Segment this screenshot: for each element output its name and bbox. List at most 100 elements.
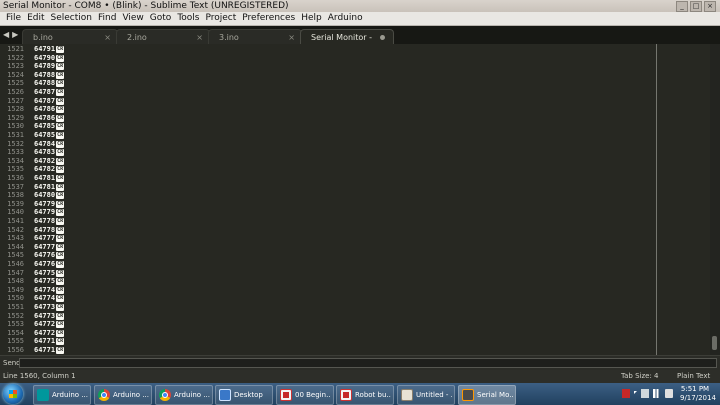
carriage-return-marker: CR <box>56 269 65 277</box>
tab-size-selector[interactable]: Tab Size: 4 <box>621 370 658 383</box>
carriage-return-marker: CR <box>56 261 65 268</box>
menu-edit[interactable]: Edit <box>24 12 47 25</box>
menu-find[interactable]: Find <box>95 12 119 25</box>
paint-icon <box>401 389 413 401</box>
serial-value: 64786 <box>34 105 56 114</box>
line-number-gutter: 1521 1522 1523 1524 1525 1526 1527 1528 1529 1530… <box>0 44 28 355</box>
serial-value: 64782 <box>34 165 56 174</box>
tab-2-ino[interactable]: 2.ino × <box>116 29 210 45</box>
serial-value: 64783 <box>34 148 56 157</box>
carriage-return-marker: CR <box>56 338 65 346</box>
menu-goto[interactable]: Goto <box>147 12 175 25</box>
carriage-return-marker: CR <box>56 89 65 96</box>
tab-serial-monitor[interactable]: Serial Monitor - COM8 <box>300 29 394 57</box>
arduino-icon <box>37 389 49 401</box>
taskbar-item-label: Robot bu... <box>355 391 391 399</box>
tab-3-ino[interactable]: 3.ino × <box>208 29 302 45</box>
vertical-scrollbar[interactable] <box>710 44 720 355</box>
tab-b-ino[interactable]: b.ino × <box>22 29 118 45</box>
serial-value: 64788 <box>34 70 56 79</box>
send-bar: Send <box>0 355 720 370</box>
serial-value: 64774 <box>34 294 56 303</box>
carriage-return-marker: CR <box>56 209 65 217</box>
tray-network-icon[interactable] <box>641 389 649 398</box>
taskbar-item-sublime[interactable]: Serial Mo... <box>458 385 516 405</box>
taskbar-item-arduino-2[interactable]: Arduino ... <box>94 385 152 405</box>
close-icon[interactable]: × <box>196 30 203 45</box>
menu-selection[interactable]: Selection <box>48 12 95 25</box>
taskbar-item-label: Desktop <box>234 391 263 399</box>
window-titlebar[interactable]: Serial Monitor - COM8 • (Blink) - Sublim… <box>0 0 720 12</box>
serial-value: 64772 <box>34 320 56 329</box>
menu-view[interactable]: View <box>119 12 146 25</box>
taskbar-item-pdf-1[interactable]: 00 Begin... <box>276 385 334 405</box>
serial-value: 64788 <box>34 79 56 88</box>
scrollbar-thumb[interactable] <box>712 336 717 350</box>
close-icon[interactable]: × <box>104 30 111 45</box>
taskbar-item-arduino-3[interactable]: Arduino ... <box>155 385 213 405</box>
carriage-return-marker: CR <box>56 157 65 165</box>
serial-value: 64776 <box>34 251 56 260</box>
line-number: 1556 <box>7 346 24 354</box>
serial-value: 64776 <box>34 260 56 268</box>
minimize-button[interactable]: _ <box>676 1 688 12</box>
system-tray <box>622 389 673 398</box>
carriage-return-marker: CR <box>56 252 65 260</box>
serial-value: 64781 <box>34 174 56 182</box>
carriage-return-marker: CR <box>56 71 65 79</box>
serial-value: 64771 <box>34 337 56 346</box>
start-button[interactable] <box>3 384 23 404</box>
taskbar-item-pdf-2[interactable]: Robot bu... <box>336 385 394 405</box>
serial-value: 64773 <box>34 303 56 311</box>
close-button[interactable]: × <box>704 1 716 12</box>
serial-value: 64787 <box>34 96 56 105</box>
menu-arduino[interactable]: Arduino <box>325 12 366 25</box>
volume-icon[interactable] <box>665 389 673 398</box>
editor-area[interactable]: 1521 1522 1523 1524 1525 1526 1527 1528 1529 1530… <box>0 44 720 355</box>
tray-app-icon[interactable] <box>622 389 630 398</box>
pdf-icon <box>280 389 292 401</box>
carriage-return-marker: CR <box>56 226 65 234</box>
clock-date: 9/17/2014 <box>680 394 716 402</box>
serial-value: 64775 <box>34 268 56 277</box>
menu-help[interactable]: Help <box>298 12 325 25</box>
clock-time: 5:51 PM <box>680 385 710 393</box>
menu-project[interactable]: Project <box>202 12 239 25</box>
serial-value: 64791 <box>34 45 56 53</box>
serial-value: 64775 <box>34 277 56 286</box>
unsaved-dot-icon[interactable] <box>380 35 385 40</box>
menu-preferences[interactable]: Preferences <box>239 12 298 25</box>
taskbar-clock[interactable]: 5:51 PM 9/17/2014 <box>680 385 716 403</box>
carriage-return-marker: CR <box>56 312 65 320</box>
serial-value: 64785 <box>34 122 56 131</box>
taskbar-item-paint[interactable]: Untitled - ... <box>397 385 455 405</box>
carriage-return-marker: CR <box>56 175 65 182</box>
serial-value: 64777 <box>34 242 56 251</box>
send-input[interactable] <box>19 358 717 368</box>
status-bar: Line 1560, Column 1 Tab Size: 4 Plain Te… <box>0 370 720 383</box>
maximize-button[interactable]: □ <box>690 1 702 12</box>
chrome-icon <box>98 389 110 401</box>
serial-value: 64779 <box>34 208 56 217</box>
serial-value: 64778 <box>34 225 56 234</box>
taskbar-item-desktop[interactable]: Desktop <box>215 385 273 405</box>
serial-value: 64787 <box>34 88 56 96</box>
taskbar-item-arduino-1[interactable]: Arduino ... <box>33 385 91 405</box>
tab-bar: ◀▶ b.ino × 2.ino × 3.ino × Serial Monito… <box>0 26 720 57</box>
carriage-return-marker: CR <box>56 278 65 286</box>
syntax-selector[interactable]: Plain Text <box>677 370 710 383</box>
menu-tools[interactable]: Tools <box>174 12 202 25</box>
serial-value: 64782 <box>34 156 56 165</box>
carriage-return-marker: CR <box>56 140 65 148</box>
close-icon[interactable]: × <box>288 30 295 45</box>
tab-nav-arrows-icon[interactable]: ◀▶ <box>3 30 21 39</box>
carriage-return-marker: CR <box>56 97 65 105</box>
tab-label: b.ino <box>33 33 53 42</box>
signal-icon[interactable] <box>653 389 661 398</box>
pdf-icon <box>340 389 352 401</box>
carriage-return-marker: CR <box>56 166 65 174</box>
tray-expand-icon[interactable] <box>634 391 637 394</box>
menu-file[interactable]: File <box>3 12 24 25</box>
serial-value: 64779 <box>34 199 56 208</box>
serial-line[interactable]: 64771 CR <box>34 346 65 355</box>
